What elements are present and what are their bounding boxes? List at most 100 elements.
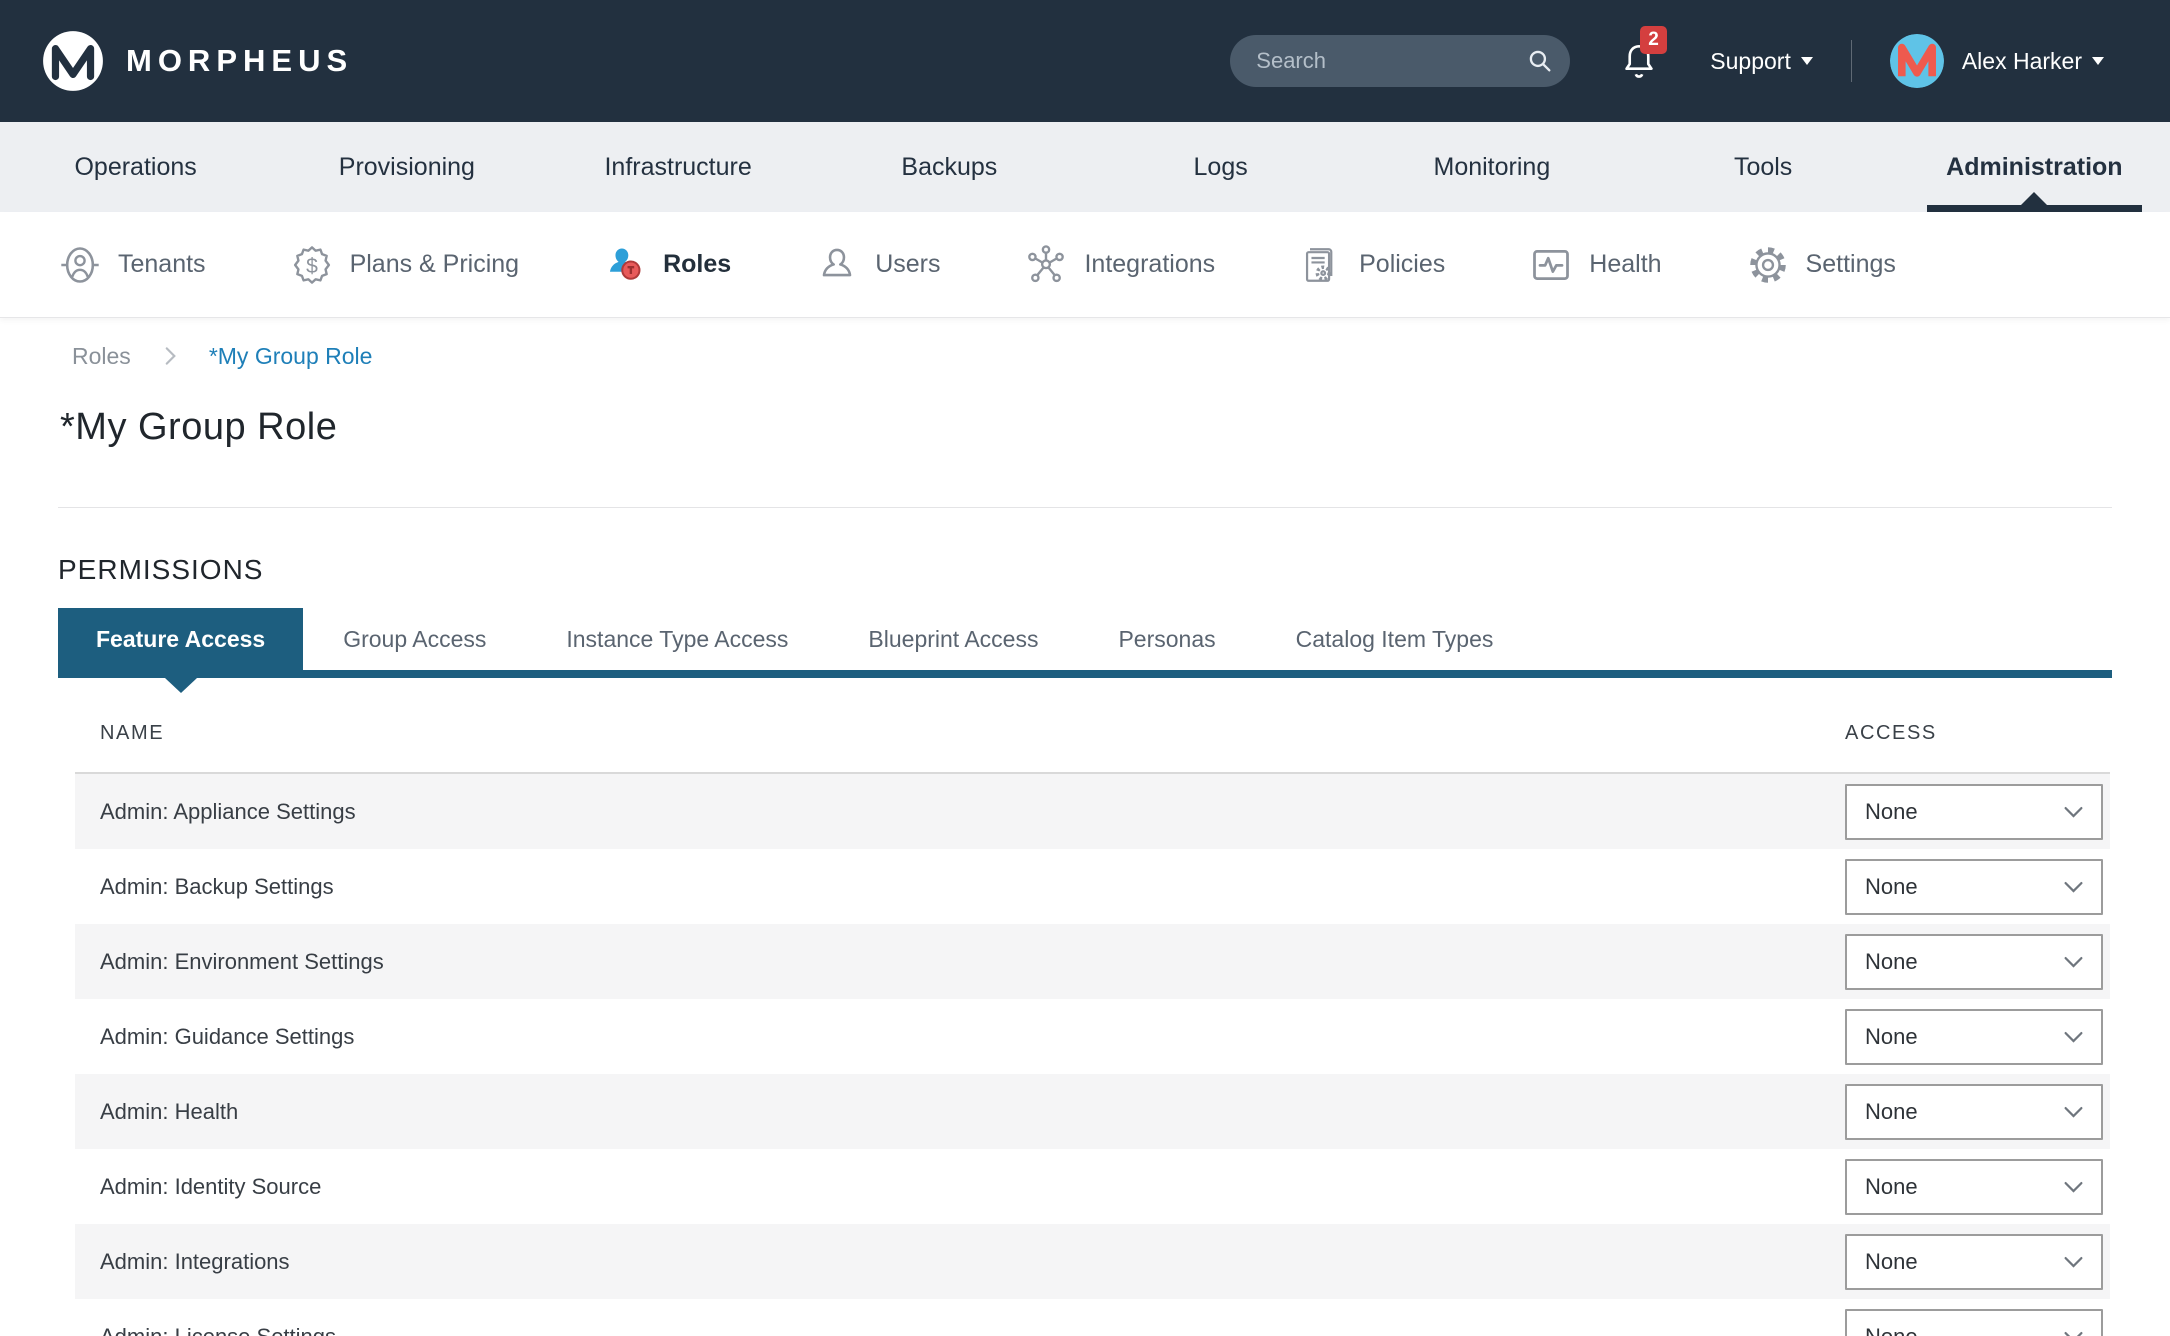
chevron-down-icon xyxy=(2060,1323,2087,1336)
access-select[interactable]: None xyxy=(1845,784,2103,840)
access-select[interactable]: None xyxy=(1845,1234,2103,1290)
sub-nav-item-roles[interactable]: Roles xyxy=(603,243,731,287)
access-select[interactable]: None xyxy=(1845,1309,2103,1336)
access-select[interactable]: None xyxy=(1845,1159,2103,1215)
main-nav-item-provisioning[interactable]: Provisioning xyxy=(271,122,542,212)
user-menu[interactable]: Alex Harker xyxy=(1890,34,2104,88)
permission-name: Admin: Health xyxy=(75,1099,1845,1125)
main-nav-item-label: Infrastructure xyxy=(604,153,751,182)
header-divider xyxy=(1851,40,1852,82)
main-nav-item-operations[interactable]: Operations xyxy=(0,122,271,212)
sub-nav-item-label: Health xyxy=(1589,250,1661,279)
access-select[interactable]: None xyxy=(1845,934,2103,990)
table-body: Admin: Appliance Settings None xyxy=(75,774,2110,1336)
main-nav-item-label: Backups xyxy=(901,153,997,182)
access-select[interactable]: None xyxy=(1845,859,2103,915)
tab-catalog-item-types[interactable]: Catalog Item Types xyxy=(1256,608,1534,670)
access-select-value: None xyxy=(1865,1249,1918,1275)
main-nav-item-label: Provisioning xyxy=(339,153,475,182)
chevron-down-icon xyxy=(2060,1173,2087,1200)
tab-label: Catalog Item Types xyxy=(1296,626,1494,653)
chevron-down-icon xyxy=(2060,873,2087,900)
main-nav-item-label: Monitoring xyxy=(1434,153,1551,182)
sub-nav-item-users[interactable]: Users xyxy=(815,243,940,287)
tab-label: Feature Access xyxy=(96,626,265,653)
health-icon xyxy=(1529,243,1573,287)
access-select[interactable]: None xyxy=(1845,1084,2103,1140)
tab-label: Instance Type Access xyxy=(566,626,788,653)
feature-access-table: NAME ACCESS Admin: Appliance Settings No… xyxy=(75,694,2110,1336)
search-input[interactable] xyxy=(1230,35,1570,87)
tab-label: Group Access xyxy=(343,626,486,653)
main-nav-item-label: Operations xyxy=(74,153,196,182)
tab-feature-access[interactable]: Feature Access xyxy=(58,608,303,670)
column-header-name: NAME xyxy=(75,722,1845,745)
header-right: 2 Support Alex Harker xyxy=(1230,34,2104,88)
permissions-tabs: Feature Access Group Access Instance Typ… xyxy=(58,608,2112,678)
sub-nav-item-health[interactable]: Health xyxy=(1529,243,1661,287)
tab-label: Personas xyxy=(1118,626,1215,653)
breadcrumb-roles[interactable]: Roles xyxy=(72,343,131,370)
notifications-button[interactable]: 2 xyxy=(1618,40,1660,82)
user-name: Alex Harker xyxy=(1962,48,2082,75)
tab-blueprint-access[interactable]: Blueprint Access xyxy=(828,608,1078,670)
chevron-down-icon xyxy=(2060,798,2087,825)
access-select-value: None xyxy=(1865,874,1918,900)
chevron-down-icon xyxy=(2060,1098,2087,1125)
brand-name: MORPHEUS xyxy=(126,43,353,79)
tab-group-access[interactable]: Group Access xyxy=(303,608,526,670)
chevron-down-icon xyxy=(2060,1248,2087,1275)
support-menu[interactable]: Support xyxy=(1710,48,1813,75)
integrations-icon xyxy=(1024,243,1068,287)
chevron-right-icon xyxy=(157,343,183,369)
sub-nav-item-policies[interactable]: Policies xyxy=(1299,243,1445,287)
users-icon xyxy=(815,243,859,287)
main-nav-item-monitoring[interactable]: Monitoring xyxy=(1356,122,1627,212)
main-nav-item-infrastructure[interactable]: Infrastructure xyxy=(543,122,814,212)
permission-name: Admin: Identity Source xyxy=(75,1174,1845,1200)
access-select-value: None xyxy=(1865,949,1918,975)
sub-nav-item-tenants[interactable]: Tenants xyxy=(58,243,206,287)
morpheus-logo-icon xyxy=(40,28,106,94)
permission-name: Admin: License Settings xyxy=(75,1324,1845,1336)
brand-logo[interactable]: MORPHEUS xyxy=(40,28,353,94)
main-nav: Operations Provisioning Infrastructure B… xyxy=(0,122,2170,212)
permission-name: Admin: Integrations xyxy=(75,1249,1845,1275)
sub-nav-item-settings[interactable]: Settings xyxy=(1746,243,1896,287)
notification-count-badge: 2 xyxy=(1640,26,1667,54)
main-nav-item-label: Logs xyxy=(1194,153,1248,182)
main-nav-item-logs[interactable]: Logs xyxy=(1085,122,1356,212)
global-search xyxy=(1230,35,1570,87)
access-select-value: None xyxy=(1865,1099,1918,1125)
policies-icon xyxy=(1299,243,1343,287)
morpheus-app: MORPHEUS 2 Support xyxy=(0,0,2170,1336)
chevron-down-icon xyxy=(2092,57,2104,65)
sub-nav-item-label: Roles xyxy=(663,250,731,279)
sub-nav-item-integrations[interactable]: Integrations xyxy=(1024,243,1215,287)
access-select-value: None xyxy=(1865,1324,1918,1336)
main-nav-item-tools[interactable]: Tools xyxy=(1628,122,1899,212)
permission-name: Admin: Backup Settings xyxy=(75,874,1845,900)
sub-nav-item-label: Users xyxy=(875,250,940,279)
main-nav-item-backups[interactable]: Backups xyxy=(814,122,1085,212)
access-select-value: None xyxy=(1865,1174,1918,1200)
breadcrumb-current[interactable]: *My Group Role xyxy=(209,343,373,370)
tab-personas[interactable]: Personas xyxy=(1078,608,1255,670)
permissions-heading: PERMISSIONS xyxy=(58,554,2170,586)
sub-nav-item-label: Tenants xyxy=(118,250,206,279)
title-divider xyxy=(58,507,2112,508)
sub-nav-item-label: Integrations xyxy=(1084,250,1215,279)
table-row-admin-integrations: Admin: Integrations None xyxy=(75,1224,2110,1299)
search-icon[interactable] xyxy=(1526,47,1554,75)
table-row-admin-backup-settings: Admin: Backup Settings None xyxy=(75,849,2110,924)
admin-sub-nav: Tenants $ Plans & Pricing Roles Users In… xyxy=(0,212,2170,318)
access-select[interactable]: None xyxy=(1845,1009,2103,1065)
tab-instance-type-access[interactable]: Instance Type Access xyxy=(526,608,828,670)
app-header: MORPHEUS 2 Support xyxy=(0,0,2170,122)
sub-nav-item-plans-pricing[interactable]: $ Plans & Pricing xyxy=(290,243,520,287)
main-nav-item-administration[interactable]: Administration xyxy=(1899,122,2170,212)
access-select-value: None xyxy=(1865,799,1918,825)
access-select-value: None xyxy=(1865,1024,1918,1050)
table-header: NAME ACCESS xyxy=(75,694,2110,774)
sub-nav-item-label: Settings xyxy=(1806,250,1896,279)
